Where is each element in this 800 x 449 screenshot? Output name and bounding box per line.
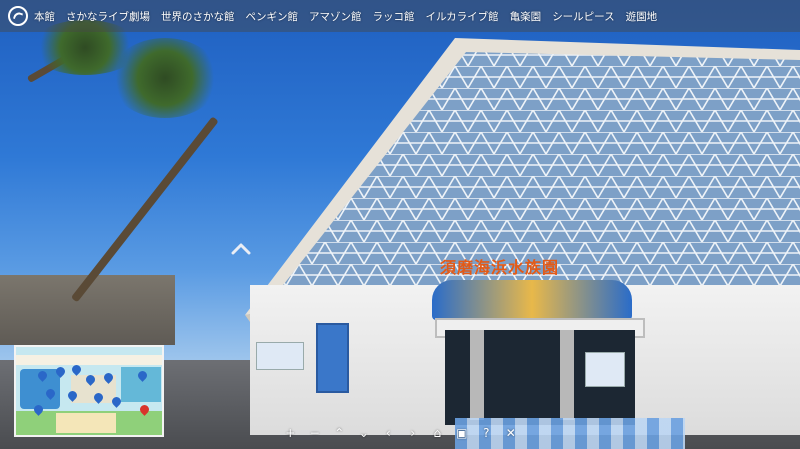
- minimap[interactable]: [14, 345, 164, 437]
- look-down-button[interactable]: ⌄: [352, 424, 377, 442]
- menu-item-penguin[interactable]: ペンギン館: [246, 9, 299, 24]
- menu-item-honkan[interactable]: 本館: [34, 9, 55, 24]
- fullscreen-button[interactable]: ✕: [499, 424, 524, 442]
- look-right-button[interactable]: ›: [401, 424, 426, 442]
- aquarium-logo-icon[interactable]: [8, 6, 28, 26]
- look-left-button[interactable]: ‹: [376, 424, 401, 442]
- entrance-banner: [432, 280, 632, 320]
- minimap-plaza: [56, 413, 116, 433]
- menu-item-world-fish[interactable]: 世界のさかな館: [161, 9, 235, 24]
- menu-item-amazon[interactable]: アマゾン館: [309, 9, 362, 24]
- entrance-pillar: [560, 330, 574, 420]
- menu-item-sakana-live[interactable]: さかなライブ劇場: [66, 9, 150, 24]
- menu-item-dolphin-live[interactable]: イルカライブ館: [426, 9, 499, 24]
- menu-item-amusement-park[interactable]: 遊園地: [626, 9, 658, 24]
- help-button[interactable]: ?: [474, 424, 499, 442]
- zoom-out-button[interactable]: −: [303, 424, 328, 442]
- menu-item-seal[interactable]: シールピース: [552, 9, 614, 24]
- navigation-controls: + − ⌃ ⌄ ‹ › ⌂ ▣ ? ✕: [278, 424, 523, 442]
- hotspot-link[interactable]: [230, 240, 252, 256]
- entrance-pillar: [470, 330, 484, 420]
- top-menu-bar: 本館 さかなライブ劇場 世界のさかな館 ペンギン館 アマゾン館 ラッコ館 イルカ…: [0, 0, 800, 32]
- info-board: [256, 342, 304, 370]
- minimap-pin[interactable]: [70, 363, 83, 376]
- look-up-button[interactable]: ⌃: [327, 424, 352, 442]
- menu-item-sea-otter[interactable]: ラッコ館: [373, 9, 415, 24]
- info-board: [585, 352, 625, 387]
- map-button[interactable]: ▣: [450, 424, 475, 442]
- menu-item-turtle[interactable]: 亀楽園: [510, 9, 542, 24]
- home-button[interactable]: ⌂: [425, 424, 450, 442]
- minimap-road: [16, 355, 162, 365]
- building-sign: 須磨海浜水族園: [440, 258, 560, 277]
- zoom-in-button[interactable]: +: [278, 424, 303, 442]
- poster: [316, 323, 349, 393]
